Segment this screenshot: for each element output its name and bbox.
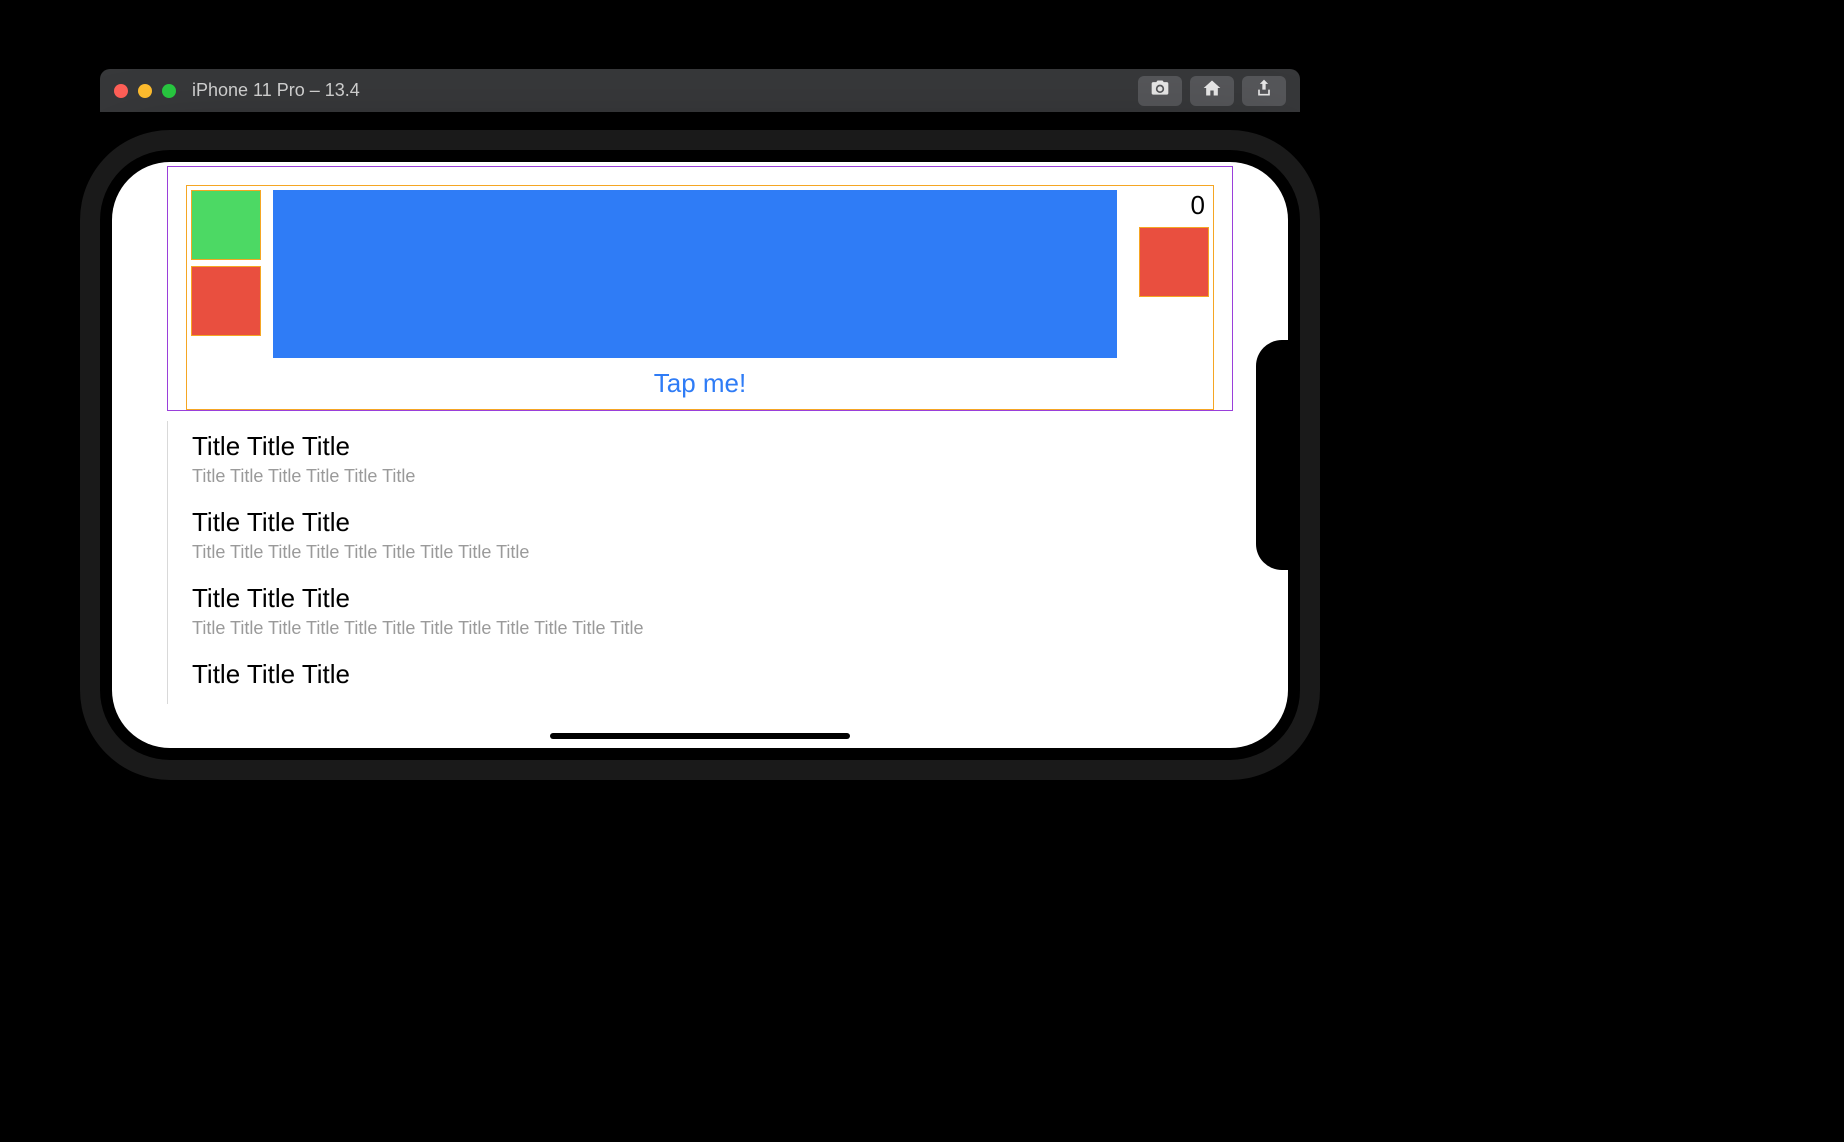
- camera-icon: [1150, 78, 1170, 103]
- list-item[interactable]: Title Title Title Title Title Title Titl…: [168, 573, 1233, 649]
- debug-outline-purple: 0 Tap me!: [167, 166, 1233, 411]
- blue-rectangle: [273, 190, 1117, 358]
- share-button[interactable]: [1242, 76, 1286, 106]
- list-item[interactable]: Title Title Title Title Title Title Titl…: [168, 421, 1233, 497]
- list-item-subtitle: Title Title Title Title Title Title Titl…: [192, 618, 1217, 639]
- device-frame: 0 Tap me! Title Title Title Title Title …: [80, 130, 1320, 780]
- counter-label: 0: [1129, 190, 1209, 221]
- debug-outline-orange: 0 Tap me!: [186, 185, 1214, 410]
- window-controls: [114, 84, 176, 98]
- green-square: [191, 190, 261, 260]
- window-title: iPhone 11 Pro – 13.4: [192, 80, 1138, 101]
- simulator-toolbar: [1138, 76, 1286, 106]
- device-bezel: 0 Tap me! Title Title Title Title Title …: [100, 150, 1300, 760]
- red-square-left: [191, 266, 261, 336]
- window-close-button[interactable]: [114, 84, 128, 98]
- list-item-title: Title Title Title: [192, 659, 1217, 690]
- app-root: 0 Tap me! Title Title Title Title Title …: [167, 162, 1233, 748]
- list-item-subtitle: Title Title Title Title Title Title: [192, 466, 1217, 487]
- list-item[interactable]: Title Title Title Title Title Title Titl…: [168, 497, 1233, 573]
- list-item[interactable]: Title Title Title: [168, 649, 1233, 704]
- screenshot-button[interactable]: [1138, 76, 1182, 106]
- header-right-column: 0: [1129, 190, 1209, 358]
- list-item-title: Title Title Title: [192, 507, 1217, 538]
- list-item-title: Title Title Title: [192, 431, 1217, 462]
- header-left-column: [191, 190, 261, 358]
- device-screen: 0 Tap me! Title Title Title Title Title …: [112, 162, 1288, 748]
- window-minimize-button[interactable]: [138, 84, 152, 98]
- home-button[interactable]: [1190, 76, 1234, 106]
- simulator-titlebar: iPhone 11 Pro – 13.4: [100, 69, 1300, 112]
- tap-button[interactable]: Tap me!: [191, 358, 1209, 407]
- window-zoom-button[interactable]: [162, 84, 176, 98]
- home-icon: [1202, 78, 1222, 103]
- share-icon: [1254, 78, 1274, 103]
- list[interactable]: Title Title Title Title Title Title Titl…: [167, 421, 1233, 704]
- list-item-title: Title Title Title: [192, 583, 1217, 614]
- header-row: 0: [191, 190, 1209, 358]
- red-square-right: [1139, 227, 1209, 297]
- list-item-subtitle: Title Title Title Title Title Title Titl…: [192, 542, 1217, 563]
- device-notch: [1256, 340, 1288, 570]
- home-indicator[interactable]: [550, 733, 850, 739]
